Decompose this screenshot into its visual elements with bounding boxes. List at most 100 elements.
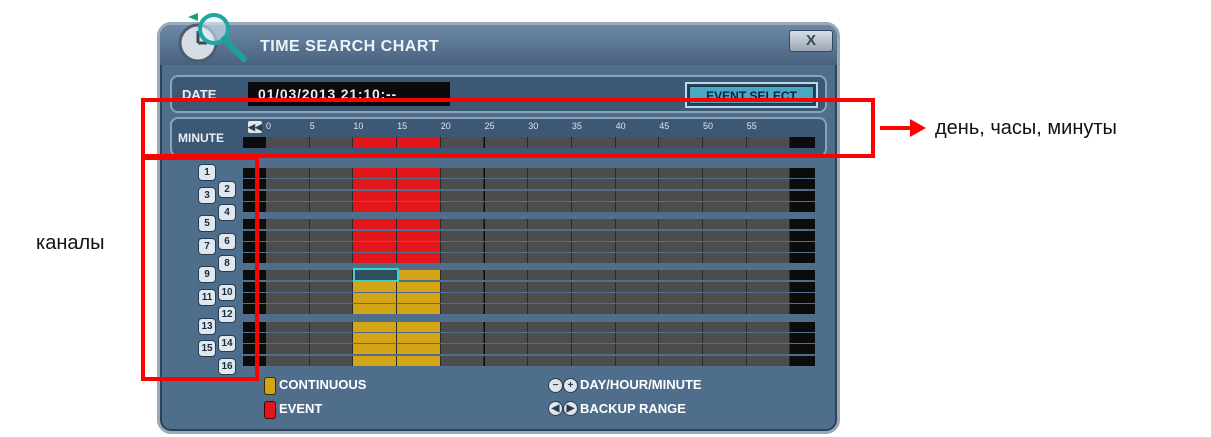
timeline-segment[interactable] (484, 344, 529, 355)
timeline-segment[interactable] (528, 230, 572, 241)
timeline-segment[interactable] (746, 219, 791, 230)
timeline-segment[interactable] (397, 332, 441, 343)
timeline-segment[interactable] (659, 179, 703, 190)
timeline-segment[interactable] (659, 321, 703, 332)
timeline-segment[interactable] (353, 344, 398, 355)
timeline-segment[interactable] (615, 253, 660, 264)
timeline-segment[interactable] (353, 321, 398, 332)
timeline-segment[interactable] (484, 270, 529, 281)
timeline-segment[interactable] (659, 253, 703, 264)
timeline-segment[interactable] (659, 201, 703, 212)
timeline-segment[interactable] (703, 230, 747, 241)
timeline-segment[interactable] (528, 304, 572, 315)
timeline-segment[interactable] (309, 241, 354, 252)
timeline-segment[interactable] (266, 241, 310, 252)
timeline-segment[interactable] (659, 190, 703, 201)
timeline-segment[interactable] (440, 179, 485, 190)
timeline-segment[interactable] (484, 281, 529, 292)
timeline-segment[interactable] (484, 168, 529, 178)
timeline-segment[interactable] (309, 332, 354, 343)
timeline-segment[interactable] (309, 270, 354, 281)
timeline-segment[interactable] (528, 190, 572, 201)
timeline-segment[interactable] (440, 344, 485, 355)
timeline-segment[interactable] (659, 241, 703, 252)
timeline-segment[interactable] (659, 270, 703, 281)
timeline-segment[interactable] (484, 293, 529, 303)
timeline-segment[interactable] (266, 281, 310, 292)
timeline-segment[interactable] (571, 344, 616, 355)
timeline-segment[interactable] (703, 168, 747, 178)
timeline-segment[interactable] (571, 241, 616, 252)
timeline-segment[interactable] (484, 190, 529, 201)
timeline-segment[interactable] (397, 281, 441, 292)
timeline-segment[interactable] (703, 355, 747, 366)
timeline-segment[interactable] (266, 201, 310, 212)
timeline-segment[interactable] (353, 190, 398, 201)
timeline-segment[interactable] (746, 201, 791, 212)
timeline-segment[interactable] (266, 168, 310, 178)
timeline-segment[interactable] (659, 304, 703, 315)
timeline-segment[interactable] (397, 253, 441, 264)
timeline-segment[interactable] (309, 281, 354, 292)
timeline-segment[interactable] (571, 168, 616, 178)
timeline-segment[interactable] (266, 230, 310, 241)
timeline-segment[interactable] (440, 281, 485, 292)
timeline-segment[interactable] (528, 293, 572, 303)
timeline-segment[interactable] (528, 168, 572, 178)
timeline-segment[interactable] (528, 241, 572, 252)
timeline-segment[interactable] (571, 321, 616, 332)
timeline-segment[interactable] (746, 179, 791, 190)
timeline-segment[interactable] (571, 293, 616, 303)
timeline-segment[interactable] (703, 293, 747, 303)
timeline-segment[interactable] (703, 253, 747, 264)
timeline-segment[interactable] (397, 304, 441, 315)
timeline-segment[interactable] (703, 344, 747, 355)
timeline-segment[interactable] (528, 270, 572, 281)
timeline-segment[interactable] (571, 281, 616, 292)
timeline-segment[interactable] (309, 321, 354, 332)
timeline-segment[interactable] (266, 293, 310, 303)
timeline-segment[interactable] (571, 304, 616, 315)
timeline-segment[interactable] (659, 332, 703, 343)
timeline-segment[interactable] (703, 241, 747, 252)
timeline-segment[interactable] (659, 281, 703, 292)
timeline-segment[interactable] (571, 332, 616, 343)
timeline-segment[interactable] (746, 355, 791, 366)
timeline-segment[interactable] (615, 219, 660, 230)
timeline-segment[interactable] (484, 355, 529, 366)
close-button[interactable]: X (789, 30, 833, 52)
channel-row-13[interactable] (243, 321, 815, 332)
timeline-segment[interactable] (528, 332, 572, 343)
timeline-segment[interactable] (528, 253, 572, 264)
channel-row-14[interactable] (243, 332, 815, 343)
timeline-segment[interactable] (353, 179, 398, 190)
timeline-segment[interactable] (615, 332, 660, 343)
timeline-segment[interactable] (703, 190, 747, 201)
timeline-segment[interactable] (353, 304, 398, 315)
timeline-segment[interactable] (309, 344, 354, 355)
timeline-segment[interactable] (528, 219, 572, 230)
timeline-segment[interactable] (440, 253, 485, 264)
timeline-segment[interactable] (571, 230, 616, 241)
timeline-segment[interactable] (309, 304, 354, 315)
timeline-segment[interactable] (309, 190, 354, 201)
timeline-segment[interactable] (397, 241, 441, 252)
channel-row-5[interactable] (243, 219, 815, 230)
timeline-segment[interactable] (746, 344, 791, 355)
timeline-segment[interactable] (615, 230, 660, 241)
timeline-segment[interactable] (571, 355, 616, 366)
channel-row-6[interactable] (243, 230, 815, 241)
timeline-segment[interactable] (615, 168, 660, 178)
timeline-segment[interactable] (484, 219, 529, 230)
channel-row-16[interactable] (243, 355, 815, 366)
timeline-segment[interactable] (397, 230, 441, 241)
timeline-segment[interactable] (440, 230, 485, 241)
timeline-segment[interactable] (746, 190, 791, 201)
timeline-segment[interactable] (440, 332, 485, 343)
timeline-segment[interactable] (397, 270, 441, 281)
timeline-segment[interactable] (746, 304, 791, 315)
plus-icon[interactable]: + (563, 378, 578, 393)
channel-row-9[interactable] (243, 270, 815, 281)
timeline-segment[interactable] (353, 219, 398, 230)
timeline-segment[interactable] (266, 253, 310, 264)
